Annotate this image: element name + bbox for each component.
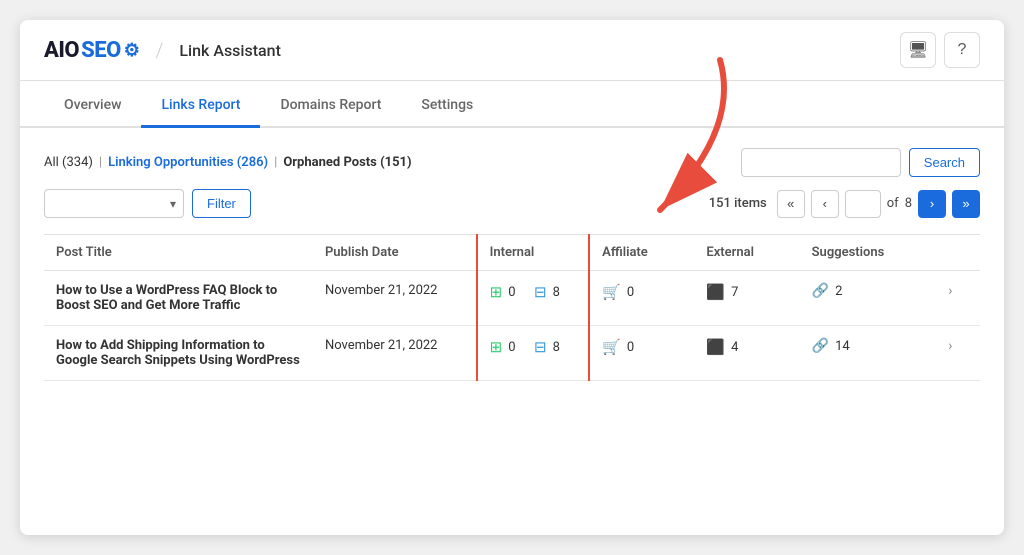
pagination-total: 8 [905, 196, 912, 211]
external-icon-2: ⬛ [706, 338, 725, 356]
internal-cell-1: ⊞ 0 ⊟ 8 [477, 271, 590, 326]
pagination-last[interactable]: » [952, 190, 980, 218]
dropdown-wrapper [44, 189, 184, 218]
logo-seo-text: SEO [81, 38, 121, 63]
suggestions-cell-2: 🔗 14 [800, 326, 929, 381]
table-row: How to Add Shipping Information to Googl… [44, 326, 980, 381]
action-cell-2: › [928, 326, 980, 381]
th-publish-date: Publish Date [313, 235, 477, 271]
suggestions-icon-1: 🔗 [812, 283, 829, 299]
affiliate-val-1: 0 [627, 285, 634, 300]
internal-in-icon-1: ⊞ [490, 283, 503, 301]
external-val-2: 4 [731, 340, 738, 355]
sub-filter-left: Filter [44, 189, 251, 218]
pagination-next[interactable]: › [918, 190, 946, 218]
pagination-first[interactable]: « [777, 190, 805, 218]
internal-num-1: ⊞ 0 ⊟ 8 [490, 283, 577, 301]
filter-row-left: All (334) | Linking Opportunities (286) … [44, 155, 412, 170]
internal-out-icon-1: ⊟ [534, 283, 547, 301]
logo-gear-icon: ⚙ [124, 40, 140, 61]
internal-out-val-2: 8 [553, 340, 560, 355]
monitor-icon: 🖥 [908, 40, 928, 60]
external-cell-2: ⬛ 4 [694, 326, 799, 381]
search-input[interactable] [741, 148, 901, 177]
th-action [928, 235, 980, 271]
internal-num-2: ⊞ 0 ⊟ 8 [490, 338, 577, 356]
internal-in-val-2: 0 [508, 340, 515, 355]
pagination-page-input[interactable]: 1 [845, 190, 881, 218]
tab-domains-report[interactable]: Domains Report [260, 81, 401, 128]
filter-sep-2: | [274, 155, 277, 170]
th-affiliate: Affiliate [589, 235, 694, 271]
affiliate-cell-2: 🛒 0 [589, 326, 694, 381]
external-cell-1: ⬛ 7 [694, 271, 799, 326]
logo-aio-text: AIO [44, 38, 79, 63]
internal-out-icon-2: ⊟ [534, 338, 547, 356]
filter-row-right: Search [741, 148, 980, 177]
affiliate-val-2: 0 [627, 340, 634, 355]
row-expand-1[interactable]: › [940, 279, 960, 303]
pagination-of: of [887, 196, 899, 211]
filter-linking[interactable]: Linking Opportunities (286) [108, 155, 268, 170]
external-val-1: 7 [731, 285, 738, 300]
publish-date-1: November 21, 2022 [313, 271, 477, 326]
help-button[interactable]: ? [944, 32, 980, 68]
data-table: Post Title Publish Date Internal Affilia… [44, 234, 980, 381]
affiliate-icon-2: 🛒 [602, 338, 621, 356]
internal-in-val-1: 0 [508, 285, 515, 300]
suggestions-cell-1: 🔗 2 [800, 271, 929, 326]
suggestions-val-1: 2 [835, 284, 842, 299]
th-external: External [694, 235, 799, 271]
th-internal: Internal [477, 235, 590, 271]
items-count: 151 items [709, 196, 767, 211]
app-frame: AIOSEO⚙ / Link Assistant 🖥 ? Overview Li… [20, 20, 1004, 535]
internal-in-icon-2: ⊞ [490, 338, 503, 356]
suggestions-icon-2: 🔗 [812, 338, 829, 354]
sub-filter-row: Filter 151 items « ‹ 1 of 8 › » [44, 189, 980, 218]
search-button[interactable]: Search [909, 148, 980, 177]
internal-out-val-1: 8 [553, 285, 560, 300]
filter-sep-1: | [99, 155, 102, 170]
table-row: How to Use a WordPress FAQ Block to Boos… [44, 271, 980, 326]
logo: AIOSEO⚙ [44, 38, 139, 63]
filter-button[interactable]: Filter [192, 189, 251, 218]
header: AIOSEO⚙ / Link Assistant 🖥 ? [20, 20, 1004, 81]
affiliate-cell-1: 🛒 0 [589, 271, 694, 326]
header-left: AIOSEO⚙ / Link Assistant [44, 38, 281, 63]
internal-cell-2: ⊞ 0 ⊟ 8 [477, 326, 590, 381]
header-actions: 🖥 ? [900, 32, 980, 68]
post-title-1: How to Use a WordPress FAQ Block to Boos… [44, 271, 313, 326]
pagination-prev[interactable]: ‹ [811, 190, 839, 218]
filter-row: All (334) | Linking Opportunities (286) … [44, 148, 980, 177]
action-cell-1: › [928, 271, 980, 326]
sub-filter-right: 151 items « ‹ 1 of 8 › » [709, 190, 980, 218]
th-post-title: Post Title [44, 235, 313, 271]
filter-orphaned[interactable]: Orphaned Posts (151) [283, 155, 411, 170]
header-title: Link Assistant [179, 41, 281, 60]
filter-dropdown[interactable] [44, 189, 184, 218]
filter-all[interactable]: All (334) [44, 155, 93, 170]
post-title-2: How to Add Shipping Information to Googl… [44, 326, 313, 381]
tab-settings[interactable]: Settings [401, 81, 493, 128]
th-suggestions: Suggestions [800, 235, 929, 271]
content: All (334) | Linking Opportunities (286) … [20, 128, 1004, 401]
affiliate-icon-1: 🛒 [602, 283, 621, 301]
tab-overview[interactable]: Overview [44, 81, 141, 128]
row-expand-2[interactable]: › [940, 334, 960, 358]
help-icon: ? [958, 41, 967, 59]
external-icon-1: ⬛ [706, 283, 725, 301]
header-divider: / [155, 38, 163, 62]
suggestions-val-2: 14 [835, 339, 850, 354]
monitor-button[interactable]: 🖥 [900, 32, 936, 68]
tab-links-report[interactable]: Links Report [141, 81, 260, 128]
publish-date-2: November 21, 2022 [313, 326, 477, 381]
tabs-bar: Overview Links Report Domains Report Set… [20, 81, 1004, 128]
